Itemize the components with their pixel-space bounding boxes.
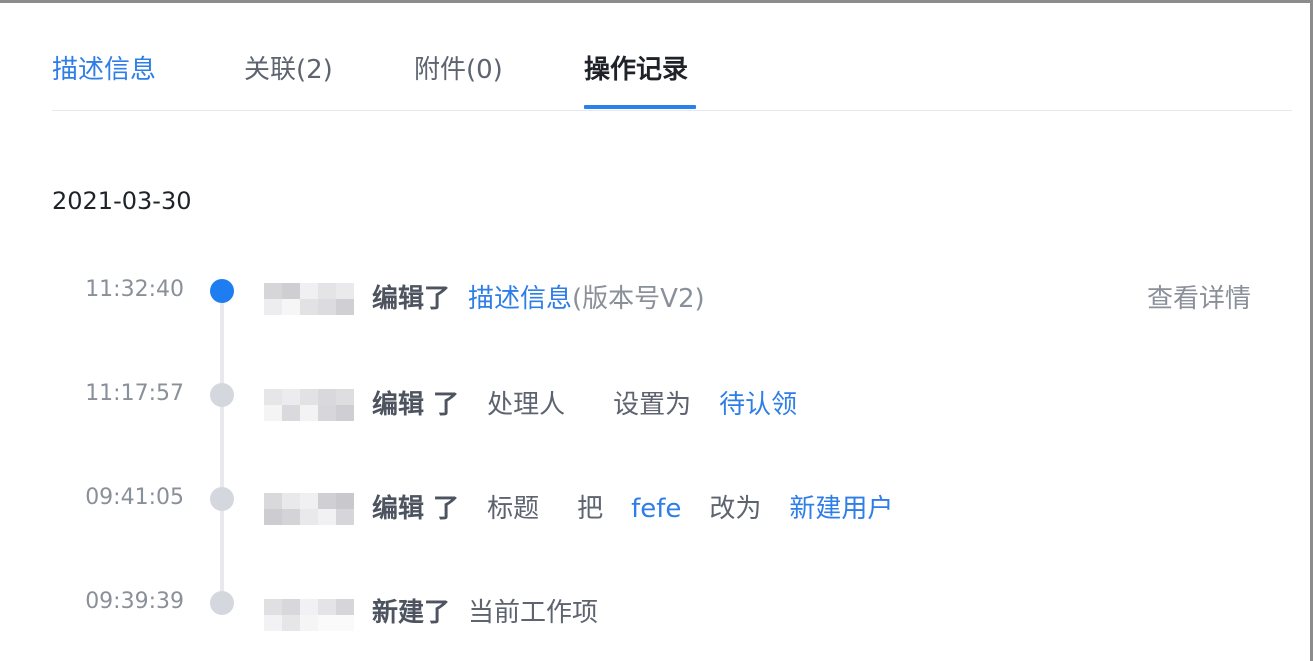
- version-label: (版本号V2): [572, 284, 705, 314]
- timeline-dot-active: [210, 279, 234, 303]
- timeline-dot: [210, 591, 234, 615]
- field-name: 标题: [487, 494, 540, 524]
- entry-time: 11:32:40: [85, 277, 184, 302]
- entry-description: 编辑 了标题 把 fefe 改为 新建用户: [372, 491, 893, 527]
- entry-description: 新建了 当前工作项: [372, 595, 598, 631]
- user-avatar-blurred: [264, 389, 354, 421]
- user-avatar-blurred: [264, 599, 354, 631]
- record-date: 2021-03-30: [52, 187, 192, 215]
- verb-text: 把: [577, 494, 604, 524]
- entry-description: 编辑了 描述信息(版本号V2): [372, 281, 705, 317]
- value-link[interactable]: 待认领: [719, 390, 797, 420]
- tab-relations[interactable]: 关联(2): [244, 53, 333, 87]
- verb-text: 改为: [709, 494, 762, 524]
- tab-attachments[interactable]: 附件(0): [414, 53, 503, 87]
- timeline-entry: 11:17:57 编辑 了处理人 设置为 待认领: [0, 381, 1313, 441]
- target-text: 当前工作项: [468, 598, 599, 628]
- active-tab-indicator: [584, 105, 696, 109]
- entry-time: 09:41:05: [85, 485, 184, 510]
- entry-description: 编辑 了处理人 设置为 待认领: [372, 387, 797, 423]
- timeline-dot: [210, 383, 234, 407]
- tab-bar: 描述信息 关联(2) 附件(0) 操作记录: [52, 3, 1292, 111]
- user-avatar-blurred: [264, 493, 354, 525]
- view-details-link[interactable]: 查看详情: [1147, 281, 1251, 317]
- operation-log-panel: 描述信息 关联(2) 附件(0) 操作记录 2021-03-30 11:32:4…: [0, 0, 1313, 661]
- timeline-entry: 09:41:05 编辑 了标题 把 fefe 改为 新建用户: [0, 485, 1313, 545]
- new-value-link[interactable]: 新建用户: [789, 494, 893, 524]
- field-name: 处理人: [487, 390, 566, 420]
- entry-time: 11:17:57: [85, 381, 184, 406]
- old-value-link[interactable]: fefe: [631, 494, 681, 524]
- tab-description[interactable]: 描述信息: [52, 53, 156, 87]
- timeline-dot: [210, 487, 234, 511]
- entry-action: 编辑了: [372, 284, 451, 314]
- entry-time: 09:39:39: [85, 589, 184, 614]
- timeline-entry: 09:39:39 新建了 当前工作项: [0, 589, 1313, 649]
- description-link[interactable]: 描述信息: [468, 284, 572, 314]
- entry-action: 编辑 了: [372, 494, 460, 524]
- verb-text: 设置为: [613, 390, 692, 420]
- entry-action: 新建了: [372, 598, 451, 628]
- timeline-entry: 11:32:40 编辑了 描述信息(版本号V2) 查看详情: [0, 277, 1313, 337]
- user-avatar-blurred: [264, 283, 354, 315]
- entry-action: 编辑 了: [372, 390, 460, 420]
- tab-operation-records[interactable]: 操作记录: [584, 53, 688, 87]
